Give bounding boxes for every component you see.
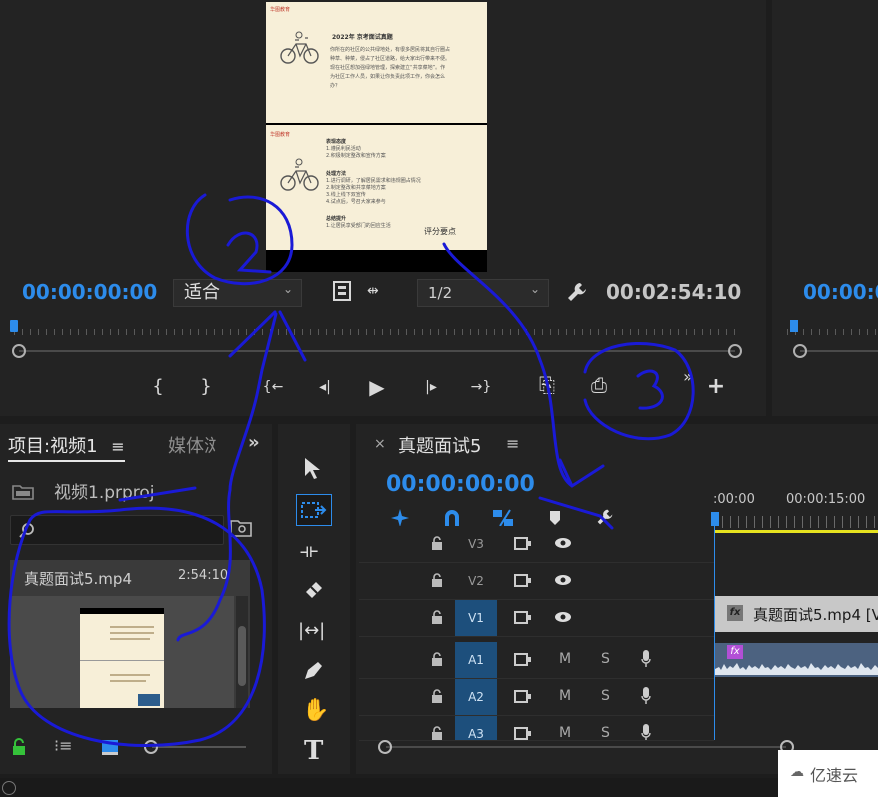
hand-drawn-annotations — [7, 193, 695, 748]
